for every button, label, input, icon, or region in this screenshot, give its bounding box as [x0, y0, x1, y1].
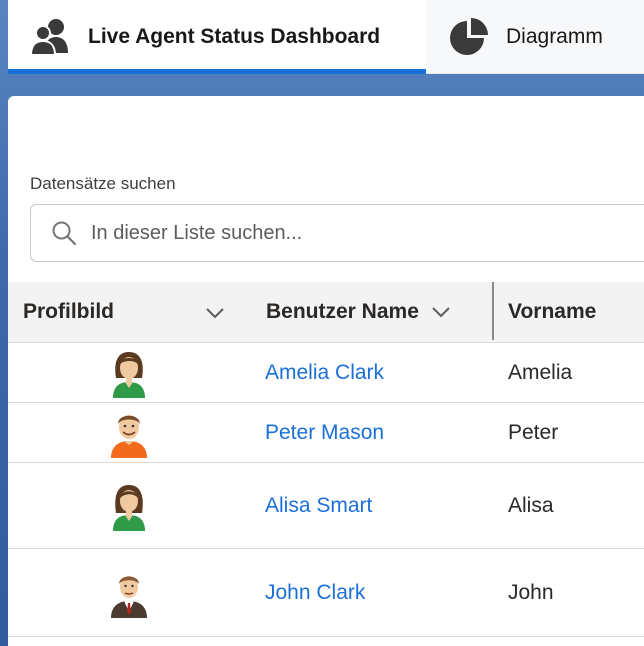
- user-name-link[interactable]: Peter Mason: [250, 421, 493, 445]
- avatar-cell: [8, 348, 250, 398]
- female-avatar-icon: [113, 484, 145, 531]
- male-avatar-icon: [111, 414, 147, 458]
- column-header-label: Vorname: [508, 300, 597, 323]
- search-box[interactable]: [30, 204, 644, 262]
- table-header: Profilbild Benutzer Name Vorname: [8, 282, 644, 343]
- tab-live-agent-status-dashboard[interactable]: Live Agent Status Dashboard: [8, 0, 426, 74]
- table-row: Peter Mason Peter: [8, 403, 644, 463]
- user-name-link[interactable]: Alisa Smart: [250, 494, 493, 518]
- avatar-cell: [8, 568, 250, 618]
- tab-bar: Live Agent Status Dashboard Diagramm: [8, 0, 644, 74]
- column-header-vorname[interactable]: Vorname: [493, 282, 644, 343]
- table-row: Alisa Smart Alisa: [8, 463, 644, 549]
- avatar-cell: [8, 408, 250, 458]
- column-header-label: Benutzer Name: [266, 300, 419, 323]
- male-suit-avatar-icon: [111, 575, 147, 618]
- users-icon: [30, 19, 68, 56]
- tab-diagramm[interactable]: Diagramm: [426, 0, 644, 74]
- user-name-link[interactable]: John Clark: [250, 581, 493, 605]
- female-avatar-icon: [113, 351, 145, 398]
- first-name-cell: Peter: [508, 420, 559, 444]
- first-name-cell: Amelia: [508, 360, 573, 384]
- first-name-cell: Alisa: [508, 493, 554, 517]
- user-name-link[interactable]: Amelia Clark: [250, 361, 493, 385]
- table-row: Amelia Clark Amelia: [8, 343, 644, 403]
- list-view-card: Datensätze suchen Profilbild Benutzer Na…: [8, 96, 644, 646]
- data-table: Profilbild Benutzer Name Vorname Amelia …: [8, 282, 644, 637]
- avatar-cell: [8, 481, 250, 531]
- first-name-cell: John: [508, 580, 554, 604]
- search-icon: [52, 221, 77, 246]
- tab-label: Live Agent Status Dashboard: [88, 25, 381, 48]
- column-header-profilbild[interactable]: Profilbild: [8, 282, 250, 343]
- search-label: Datensätze suchen: [30, 174, 176, 193]
- search-input[interactable]: [91, 221, 591, 245]
- pie-chart-icon: [450, 17, 488, 55]
- chevron-down-icon[interactable]: [203, 301, 227, 325]
- tab-label: Diagramm: [506, 24, 603, 48]
- column-header-label: Profilbild: [23, 300, 114, 323]
- table-row: John Clark John: [8, 549, 644, 637]
- chevron-down-icon[interactable]: [429, 300, 453, 324]
- column-header-benutzer-name[interactable]: Benutzer Name: [250, 282, 493, 343]
